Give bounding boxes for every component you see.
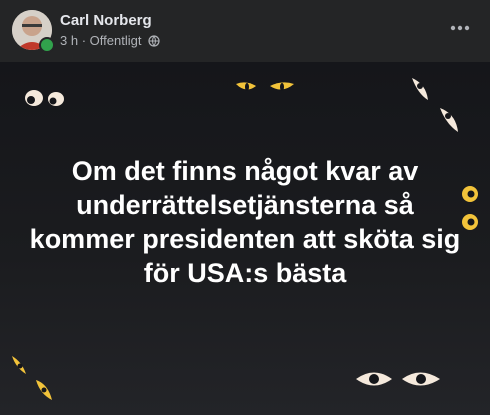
more-options-icon	[450, 25, 470, 31]
post-header: Carl Norberg 3 h · Offentligt	[0, 0, 490, 62]
author-name[interactable]: Carl Norberg	[60, 12, 152, 29]
eyes-decoration-icon	[236, 82, 294, 91]
online-status-dot	[39, 37, 55, 53]
post-body: Om det finns något kvar av underrättelse…	[0, 62, 490, 415]
more-options-button[interactable]	[444, 14, 476, 42]
eyes-decoration-icon	[356, 372, 440, 386]
post-time[interactable]: 3 h	[60, 33, 78, 48]
audience-label: Offentligt	[89, 33, 142, 48]
eyes-decoration-icon	[12, 356, 52, 400]
meta-separator: ·	[81, 33, 87, 48]
eyes-decoration-icon	[412, 78, 458, 132]
eyes-decoration-icon	[25, 90, 64, 106]
post-meta: 3 h · Offentligt	[60, 33, 160, 50]
globe-icon[interactable]	[148, 35, 160, 50]
post-text: Om det finns något kvar av underrättelse…	[29, 156, 461, 288]
